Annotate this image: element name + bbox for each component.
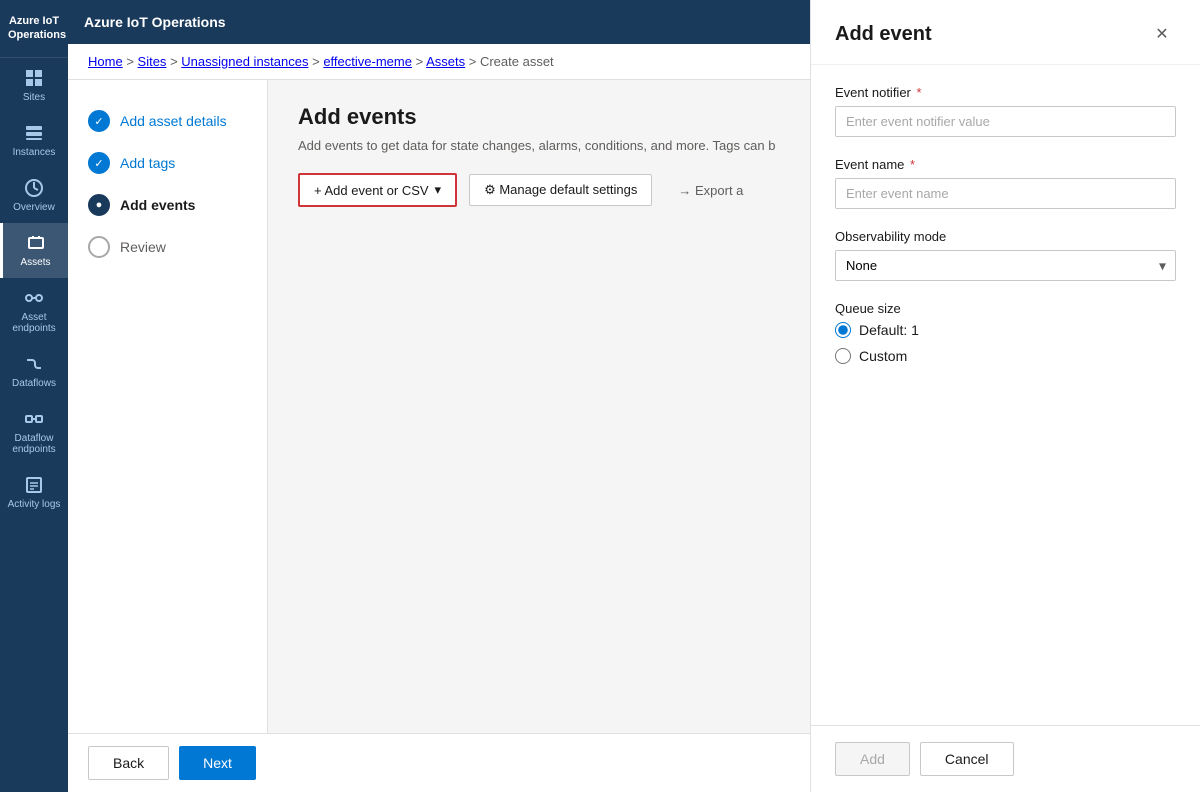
main-area: Azure IoT Operations Home > Sites > Unas… [68,0,810,792]
queue-size-custom-label: Custom [859,348,907,364]
sidebar: Azure IoT Operations Sites Instances Ove… [0,0,68,792]
add-event-button[interactable]: + Add event or CSV ▾ [298,173,457,207]
app-title-top: Azure IoT Operations [84,14,226,30]
page-title: Add events [298,104,780,130]
sidebar-item-label: Assets [20,257,50,268]
breadcrumb-sites[interactable]: Sites [138,54,167,69]
add-button[interactable]: Add [835,742,910,776]
breadcrumb-home[interactable]: Home [88,54,123,69]
step-add-asset-details[interactable]: ✓ Add asset details [68,100,267,142]
sidebar-item-label: Asset endpoints [4,312,64,334]
event-notifier-input[interactable] [835,106,1176,137]
required-marker: * [917,85,922,100]
queue-size-default-label: Default: 1 [859,322,919,338]
sidebar-item-label: Activity logs [8,499,61,510]
breadcrumb-current: Create asset [480,54,554,69]
queue-size-default-option[interactable]: Default: 1 [835,322,1176,338]
sidebar-item-sites[interactable]: Sites [0,58,68,113]
queue-size-default-radio[interactable] [835,322,851,338]
settings-icon: ⚙ Manage default settings [484,182,637,198]
cancel-button[interactable]: Cancel [920,742,1014,776]
bottom-bar: Back Next [68,733,810,792]
sidebar-item-label: Sites [23,92,45,103]
wizard-body: ✓ Add asset details ✓ Add tags ● Add eve… [68,80,810,733]
app-title: Azure IoT Operations [0,0,68,58]
sidebar-item-label: Dataflows [12,378,56,389]
sidebar-item-dataflows[interactable]: Dataflows [0,344,68,399]
sidebar-item-activity-logs[interactable]: Activity logs [0,465,68,520]
panel-footer: Add Cancel [811,725,1200,792]
top-bar: Azure IoT Operations [68,0,810,44]
queue-size-custom-radio[interactable] [835,348,851,364]
panel-header: Add event ✕ [811,0,1200,65]
sidebar-item-label: Dataflow endpoints [4,433,64,455]
close-button[interactable]: ✕ [1148,20,1176,48]
step-circle-3: ● [88,194,110,216]
next-button[interactable]: Next [179,746,256,780]
toolbar: + Add event or CSV ▾ ⚙ Manage default se… [298,173,780,207]
step-review[interactable]: Review [68,226,267,268]
export-label: → Export a [678,183,743,198]
breadcrumb: Home > Sites > Unassigned instances > ef… [68,44,810,80]
sidebar-item-assets[interactable]: Assets [0,223,68,278]
step-label-4: Review [120,239,166,255]
event-name-label: Event name * [835,157,1176,172]
page-description: Add events to get data for state changes… [298,138,780,153]
sidebar-item-label: Overview [13,202,55,213]
event-notifier-group: Event notifier * [835,85,1176,137]
queue-size-group: Queue size Default: 1 Custom [835,301,1176,364]
chevron-down-icon: ▾ [435,182,442,198]
queue-size-custom-option[interactable]: Custom [835,348,1176,364]
observability-mode-label: Observability mode [835,229,1176,244]
sidebar-item-instances[interactable]: Instances [0,113,68,168]
content-area: Home > Sites > Unassigned instances > ef… [68,44,810,792]
breadcrumb-instances[interactable]: Unassigned instances [181,54,308,69]
add-event-label: + Add event or CSV [314,183,429,198]
panel-body: Event notifier * Event name * Observabil… [811,65,1200,725]
queue-size-label: Queue size [835,301,1176,316]
observability-mode-group: Observability mode None Gauge Counter Hi… [835,229,1176,281]
manage-settings-button[interactable]: ⚙ Manage default settings [469,174,652,206]
panel-title: Add event [835,23,932,46]
sidebar-item-asset-endpoints[interactable]: Asset endpoints [0,278,68,344]
event-name-input[interactable] [835,178,1176,209]
step-circle-4 [88,236,110,258]
content-panel: Add events Add events to get data for st… [268,80,810,733]
sidebar-item-overview[interactable]: Overview [0,168,68,223]
observability-select-wrapper: None Gauge Counter Histogram Log ▾ [835,250,1176,281]
back-button[interactable]: Back [88,746,169,780]
step-add-events[interactable]: ● Add events [68,184,267,226]
step-circle-2: ✓ [88,152,110,174]
step-add-tags[interactable]: ✓ Add tags [68,142,267,184]
event-name-group: Event name * [835,157,1176,209]
step-label-1: Add asset details [120,113,227,129]
required-marker-2: * [910,157,915,172]
observability-mode-select[interactable]: None Gauge Counter Histogram Log [835,250,1176,281]
event-notifier-label: Event notifier * [835,85,1176,100]
step-label-3: Add events [120,197,195,213]
queue-size-radio-group: Default: 1 Custom [835,322,1176,364]
sidebar-item-dataflow-endpoints[interactable]: Dataflow endpoints [0,399,68,465]
steps-panel: ✓ Add asset details ✓ Add tags ● Add eve… [68,80,268,733]
sidebar-item-label: Instances [13,147,56,158]
breadcrumb-meme[interactable]: effective-meme [323,54,412,69]
export-button[interactable]: → Export a [664,176,757,205]
step-label-2: Add tags [120,155,175,171]
step-circle-1: ✓ [88,110,110,132]
add-event-panel: Add event ✕ Event notifier * Event name … [810,0,1200,792]
breadcrumb-assets[interactable]: Assets [426,54,465,69]
